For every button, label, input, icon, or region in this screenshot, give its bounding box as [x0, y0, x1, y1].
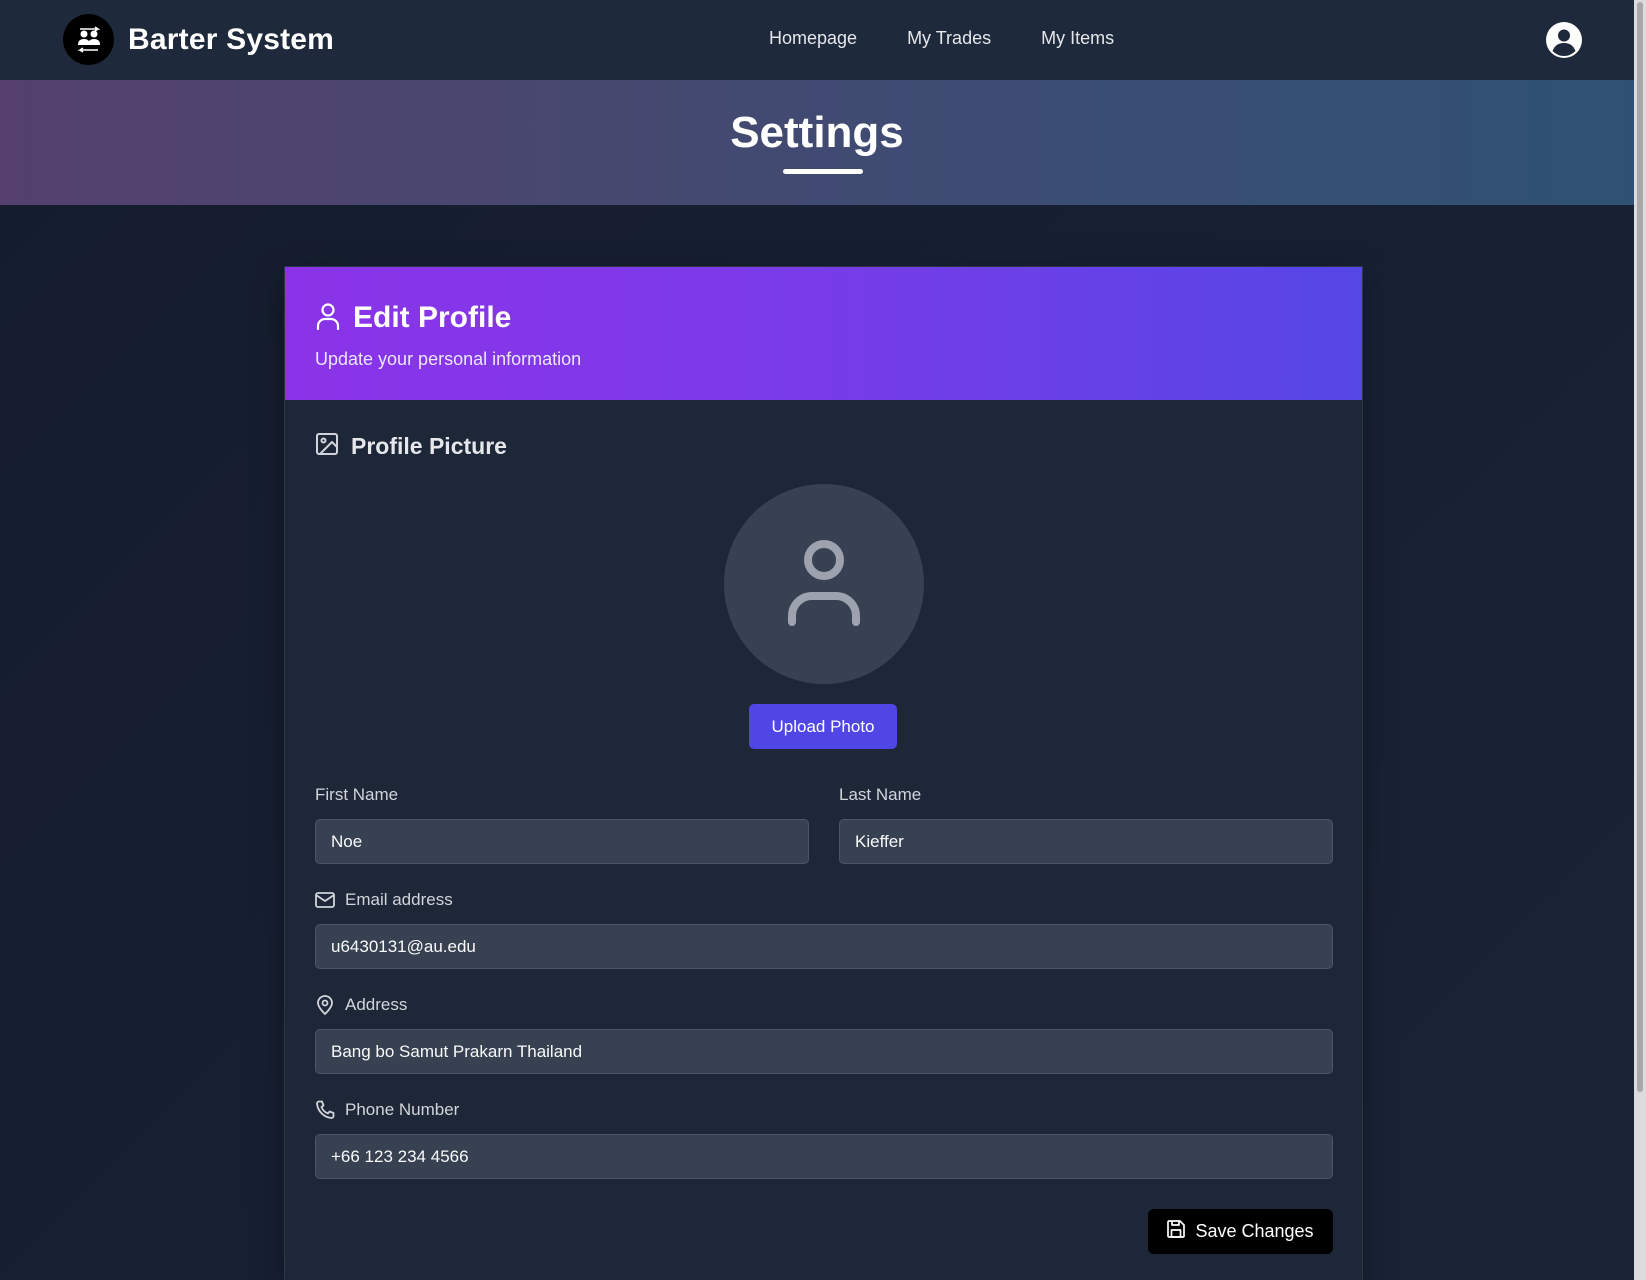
card-header: Edit Profile Update your personal inform…: [285, 267, 1362, 400]
first-name-label-text: First Name: [315, 785, 399, 804]
avatar: [724, 484, 924, 684]
phone-label-text: Phone Number: [345, 1100, 460, 1119]
nav-link-my-items[interactable]: My Items: [1041, 28, 1114, 49]
image-icon: [315, 432, 339, 461]
user-icon: [315, 302, 341, 335]
address-label: Address: [315, 995, 407, 1015]
profile-picture-heading: Profile Picture: [315, 432, 507, 461]
page-title: Settings: [730, 108, 904, 157]
address-label-text: Address: [345, 995, 408, 1014]
brand-name: Barter System: [128, 22, 335, 56]
save-changes-button[interactable]: Save Changes: [1148, 1209, 1333, 1254]
card-subtitle: Update your personal information: [315, 349, 582, 369]
edit-profile-card: Edit Profile Update your personal inform…: [284, 266, 1363, 1280]
map-pin-icon: [315, 995, 335, 1015]
phone-field[interactable]: [315, 1134, 1333, 1179]
barter-people-icon: [63, 14, 114, 65]
settings-banner: Settings: [0, 80, 1634, 205]
save-icon: [1167, 1220, 1186, 1243]
address-field[interactable]: [315, 1029, 1333, 1074]
nav-links: Homepage My Trades My Items: [769, 28, 1114, 49]
section-title: Profile Picture: [351, 433, 507, 459]
phone-label: Phone Number: [315, 1100, 459, 1120]
mail-icon: [315, 892, 335, 908]
title-underline: [783, 169, 863, 174]
top-navbar: Barter System Homepage My Trades My Item…: [0, 0, 1634, 80]
nav-link-my-trades[interactable]: My Trades: [907, 28, 991, 49]
scrollbar-thumb[interactable]: [1637, 2, 1643, 1092]
user-placeholder-icon: [788, 538, 860, 631]
phone-icon: [315, 1100, 335, 1120]
last-name-label-text: Last Name: [839, 785, 922, 804]
nav-link-homepage[interactable]: Homepage: [769, 28, 857, 49]
page-scrollbar[interactable]: [1634, 0, 1646, 1280]
last-name-label: Last Name: [839, 785, 921, 805]
first-name-field[interactable]: [315, 819, 809, 864]
card-title: Edit Profile: [353, 301, 512, 334]
email-label: Email address: [315, 890, 453, 910]
upload-photo-button[interactable]: Upload Photo: [749, 704, 897, 749]
last-name-field[interactable]: [839, 819, 1333, 864]
save-changes-label: Save Changes: [1195, 1221, 1314, 1241]
email-label-text: Email address: [345, 890, 453, 909]
user-circle-icon[interactable]: [1545, 21, 1583, 59]
first-name-label: First Name: [315, 785, 398, 805]
brand[interactable]: Barter System: [63, 14, 334, 65]
email-field[interactable]: [315, 924, 1333, 969]
